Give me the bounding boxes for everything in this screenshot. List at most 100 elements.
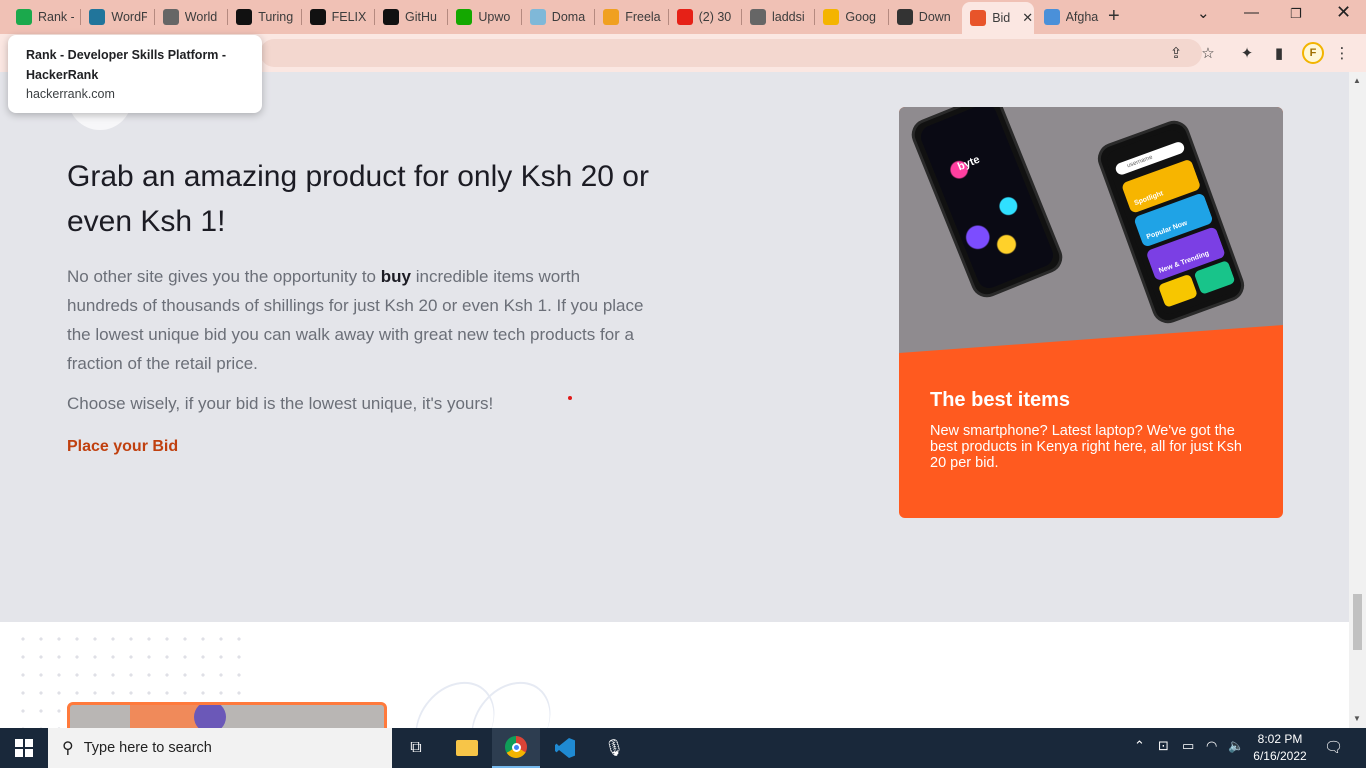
address-bar[interactable]	[260, 39, 1202, 67]
tab-title: Afgha	[1065, 10, 1099, 24]
tray-wifi-icon[interactable]: ◠	[1206, 738, 1217, 754]
cursor-dot	[568, 396, 572, 400]
globe-icon	[750, 9, 766, 25]
clock-time: 8:02 PM	[1257, 732, 1303, 746]
tab-title: (2) 30	[698, 10, 732, 24]
profile-avatar[interactable]: F	[1302, 42, 1324, 64]
browser-tab[interactable]: Bid ✕	[962, 2, 1034, 34]
close-window-button[interactable]: ✕	[1336, 2, 1351, 23]
microphone-icon: 🎙	[603, 740, 625, 757]
taskbar-search[interactable]: ⚲ Type here to search	[48, 728, 392, 768]
byte-logo-text: byte	[956, 153, 982, 174]
turing-icon	[236, 9, 253, 25]
vscode-icon	[555, 738, 575, 758]
tray-volume-icon[interactable]: 🔈	[1228, 738, 1244, 754]
windows-taskbar: ⚲ Type here to search ⧉ 🎙 ⌃ ⊡ ▭ ◠ 🔈 8:02…	[0, 728, 1366, 768]
browser-tab[interactable]: Doma	[522, 4, 593, 30]
browser-tab[interactable]: (2) 30	[669, 4, 740, 30]
wordpress-icon	[89, 9, 106, 25]
browser-tab[interactable]: Afgha	[1036, 4, 1107, 30]
tab-title: Turing	[258, 10, 294, 24]
clock-date: 6/16/2022	[1253, 749, 1307, 763]
tray-battery-icon[interactable]: ▭	[1182, 738, 1194, 754]
taskbar-clock[interactable]: 8:02 PM 6/16/2022	[1248, 731, 1312, 765]
voice-recorder-button[interactable]: 🎙	[590, 728, 638, 768]
browser-tab[interactable]: WordP	[81, 4, 152, 30]
browser-tab[interactable]: Freela	[595, 4, 666, 30]
bid-icon	[970, 10, 987, 26]
windows-logo-icon	[15, 739, 33, 757]
scroll-down-arrow-icon[interactable]: ▼	[1353, 714, 1361, 723]
tab-strip: Rank - WordP World Turing FELIX GitHu Upwo Doma…	[0, 0, 1366, 34]
place-bid-link[interactable]: Place your Bid	[67, 438, 178, 456]
tab-title: Freela	[625, 10, 661, 24]
browser-tab[interactable]: Rank -	[8, 4, 79, 30]
bookmark-star-icon[interactable]: ☆	[1198, 43, 1218, 63]
share-icon[interactable]: ⇪	[1166, 43, 1186, 63]
choose-wisely-text: Choose wisely, if your bid is the lowest…	[67, 394, 494, 413]
task-view-icon: ⧉	[410, 739, 422, 756]
tab-title: Down	[918, 10, 951, 24]
chrome-icon	[505, 736, 527, 758]
vscode-taskbar-button[interactable]	[541, 728, 589, 768]
tray-network-adapter-icon[interactable]: ⊡	[1158, 738, 1169, 754]
hackerrank-icon	[16, 9, 32, 25]
close-tab-icon[interactable]: ✕	[1022, 10, 1033, 26]
restore-button[interactable]: ❐	[1290, 6, 1302, 22]
domain-icon	[529, 9, 546, 25]
browser-tab[interactable]: Turing	[228, 4, 299, 30]
browser-tab[interactable]: Upwo	[448, 4, 519, 30]
globe-icon	[162, 9, 179, 25]
notification-center-icon[interactable]: 🗨	[1324, 738, 1343, 756]
browser-tab[interactable]: World	[155, 4, 226, 30]
card-description: New smartphone? Latest laptop? We've got…	[930, 423, 1242, 471]
tab-title: Rank -	[38, 10, 74, 24]
page-content: Grab an amazing product for only Ksh 20 …	[0, 72, 1349, 728]
page-headline: Grab an amazing product for only Ksh 20 …	[67, 160, 649, 238]
youtube-icon	[676, 9, 693, 25]
browser-tab[interactable]: GitHu	[375, 4, 446, 30]
turing-icon	[309, 9, 326, 25]
tab-hover-tooltip: Rank - Developer Skills Platform - Hacke…	[8, 35, 262, 113]
tab-title: WordP	[111, 10, 148, 24]
tab-title: laddsi	[772, 10, 805, 24]
phone-image-right: username Spotlight Popular Now New & Tre…	[1093, 116, 1249, 328]
task-view-button[interactable]: ⧉	[392, 728, 440, 768]
tab-title: Upwo	[478, 10, 511, 24]
browser-tab[interactable]: Down	[889, 4, 960, 30]
phone-image-left: byte	[906, 107, 1068, 303]
scroll-up-arrow-icon[interactable]: ▲	[1353, 76, 1361, 85]
tray-chevron-up-icon[interactable]: ⌃	[1134, 738, 1145, 754]
best-items-card[interactable]: byte username Spotlight Popular Now New …	[899, 107, 1283, 518]
minimize-button[interactable]: —	[1244, 4, 1259, 21]
browser-tab[interactable]: laddsi	[742, 4, 813, 30]
tab-title: FELIX	[331, 10, 367, 24]
browser-tab[interactable]: FELIX	[302, 4, 373, 30]
extensions-puzzle-icon[interactable]: ✦	[1237, 43, 1257, 63]
menu-kebab-icon[interactable]: ⋮	[1332, 43, 1352, 63]
tab-title: Bid	[992, 11, 1011, 25]
intro-paragraph: No other site gives you the opportunity …	[67, 262, 647, 378]
file-explorer-button[interactable]	[443, 728, 491, 768]
tab-title: World	[184, 10, 218, 24]
chrome-taskbar-button[interactable]	[492, 728, 540, 768]
tab-title: Goog	[845, 10, 876, 24]
github-icon	[383, 9, 399, 25]
freelancer-icon	[603, 9, 620, 25]
image-sale-badge	[194, 705, 226, 728]
windows-start-button[interactable]	[0, 728, 48, 768]
scrollbar-thumb[interactable]	[1353, 594, 1362, 650]
card-title: The best items	[930, 389, 1071, 411]
search-icon: ⚲	[62, 740, 74, 757]
intro-text-bold: buy	[380, 267, 411, 286]
browser-tab[interactable]: Goog	[815, 4, 886, 30]
new-tab-button[interactable]: +	[1108, 5, 1120, 28]
intro-text-start: No other site gives you the opportunity …	[67, 267, 381, 286]
page-scrollbar[interactable]: ▲ ▼	[1349, 72, 1366, 728]
download-icon	[896, 9, 913, 25]
next-section-image	[67, 702, 387, 728]
map-icon	[1043, 9, 1060, 25]
side-panel-icon[interactable]: ▮	[1269, 43, 1289, 63]
tab-search-chevron-icon[interactable]: ⌄	[1197, 4, 1210, 22]
taskbar-search-placeholder: Type here to search	[83, 740, 212, 756]
